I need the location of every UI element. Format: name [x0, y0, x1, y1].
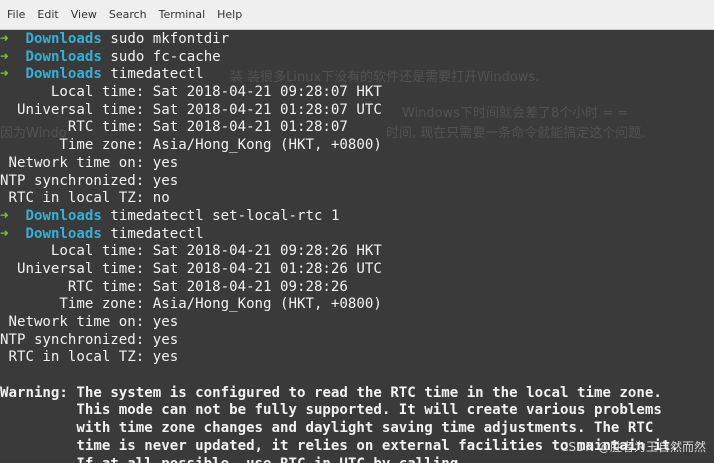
command-line: ➜ Downloads timedatectl set-local-rtc 1 — [0, 208, 714, 226]
output-text: time is never updated, it relies on exte… — [0, 437, 679, 454]
prompt-directory: Downloads — [25, 66, 102, 83]
command-line: ➜ Downloads timedatectl — [0, 226, 714, 244]
prompt-arrow-icon: ➜ — [0, 66, 9, 83]
terminal-window: File Edit View Search Terminal Help ➜ Do… — [0, 0, 714, 463]
output-text: NTP synchronized: yes — [0, 331, 179, 348]
menu-edit[interactable]: Edit — [31, 0, 64, 30]
output-text: RTC in local TZ: no — [0, 190, 170, 207]
command-text: timedatectl — [110, 66, 204, 83]
prompt-directory: Downloads — [25, 31, 102, 47]
output-line: Universal time: Sat 2018-04-21 01:28:26 … — [0, 261, 714, 279]
output-text: RTC time: Sat 2018-04-21 01:28:07 — [0, 119, 348, 136]
output-text: RTC time: Sat 2018-04-21 09:28:26 — [0, 278, 348, 295]
prompt-directory: Downloads — [25, 48, 102, 65]
output-line: with time zone changes and daylight savi… — [0, 420, 714, 438]
prompt-directory: Downloads — [25, 207, 102, 224]
output-line: RTC time: Sat 2018-04-21 09:28:26 — [0, 279, 714, 297]
output-text: Universal time: Sat 2018-04-21 01:28:26 … — [0, 260, 382, 277]
menu-terminal[interactable]: Terminal — [153, 0, 212, 30]
output-line: NTP synchronized: yes — [0, 332, 714, 350]
output-line: Network time on: yes — [0, 155, 714, 173]
prompt-directory: Downloads — [25, 225, 102, 242]
menu-view[interactable]: View — [65, 0, 103, 30]
command-text: timedatectl set-local-rtc 1 — [110, 207, 340, 224]
output-line: Local time: Sat 2018-04-21 09:28:07 HKT — [0, 84, 714, 102]
prompt-arrow-icon: ➜ — [0, 207, 9, 224]
output-text: Time zone: Asia/Hong_Kong (HKT, +0800) — [0, 137, 382, 154]
output-line: NTP synchronized: yes — [0, 173, 714, 191]
output-line: Universal time: Sat 2018-04-21 01:28:07 … — [0, 102, 714, 120]
output-text: with time zone changes and daylight savi… — [0, 420, 654, 437]
output-text: RTC in local TZ: yes — [0, 349, 179, 366]
output-line: Network time on: yes — [0, 314, 714, 332]
command-line: ➜ Downloads sudo mkfontdir — [0, 31, 714, 49]
output-line: If at all possible, use RTC in UTC by ca… — [0, 456, 714, 463]
output-line: This mode can not be fully supported. It… — [0, 402, 714, 420]
menu-help[interactable]: Help — [211, 0, 248, 30]
prompt-arrow-icon: ➜ — [0, 31, 9, 47]
output-text: Network time on: yes — [0, 154, 179, 171]
prompt-arrow-icon: ➜ — [0, 225, 9, 242]
output-text: Local time: Sat 2018-04-21 09:28:26 HKT — [0, 243, 382, 260]
output-text: Universal time: Sat 2018-04-21 01:28:07 … — [0, 101, 382, 118]
warning-text: The system is configured to read the RTC… — [67, 384, 662, 401]
menu-bar: File Edit View Search Terminal Help — [0, 0, 714, 30]
terminal-output[interactable]: ➜ Downloads sudo mkfontdir ➜ Downloads su… — [0, 30, 714, 463]
output-text: NTP synchronized: yes — [0, 172, 179, 189]
warning-label: Warning: — [0, 384, 68, 401]
output-text: This mode can not be fully supported. It… — [0, 402, 662, 419]
command-text: sudo fc-cache — [110, 48, 221, 65]
output-line: Time zone: Asia/Hong_Kong (HKT, +0800) — [0, 296, 714, 314]
output-line: Local time: Sat 2018-04-21 09:28:26 HKT — [0, 243, 714, 261]
output-line: RTC in local TZ: no — [0, 190, 714, 208]
output-text: If at all possible, use RTC in UTC by ca… — [0, 456, 458, 463]
output-text: Network time on: yes — [0, 314, 179, 330]
command-line: ➜ Downloads sudo fc-cache — [0, 49, 714, 67]
menu-search[interactable]: Search — [103, 0, 153, 30]
command-text: sudo mkfontdir — [110, 31, 230, 47]
output-line: RTC time: Sat 2018-04-21 01:28:07 — [0, 119, 714, 137]
command-text: timedatectl — [110, 225, 204, 242]
output-text: Local time: Sat 2018-04-21 09:28:07 HKT — [0, 84, 382, 101]
output-line: time is never updated, it relies on exte… — [0, 438, 714, 456]
output-line: RTC in local TZ: yes — [0, 349, 714, 367]
warning-line: Warning: The system is configured to rea… — [0, 385, 714, 403]
command-line: ➜ Downloads timedatectl — [0, 66, 714, 84]
menu-file[interactable]: File — [1, 0, 31, 30]
output-text: Time zone: Asia/Hong_Kong (HKT, +0800) — [0, 296, 382, 313]
prompt-arrow-icon: ➜ — [0, 48, 9, 65]
output-line: Time zone: Asia/Hong_Kong (HKT, +0800) — [0, 137, 714, 155]
